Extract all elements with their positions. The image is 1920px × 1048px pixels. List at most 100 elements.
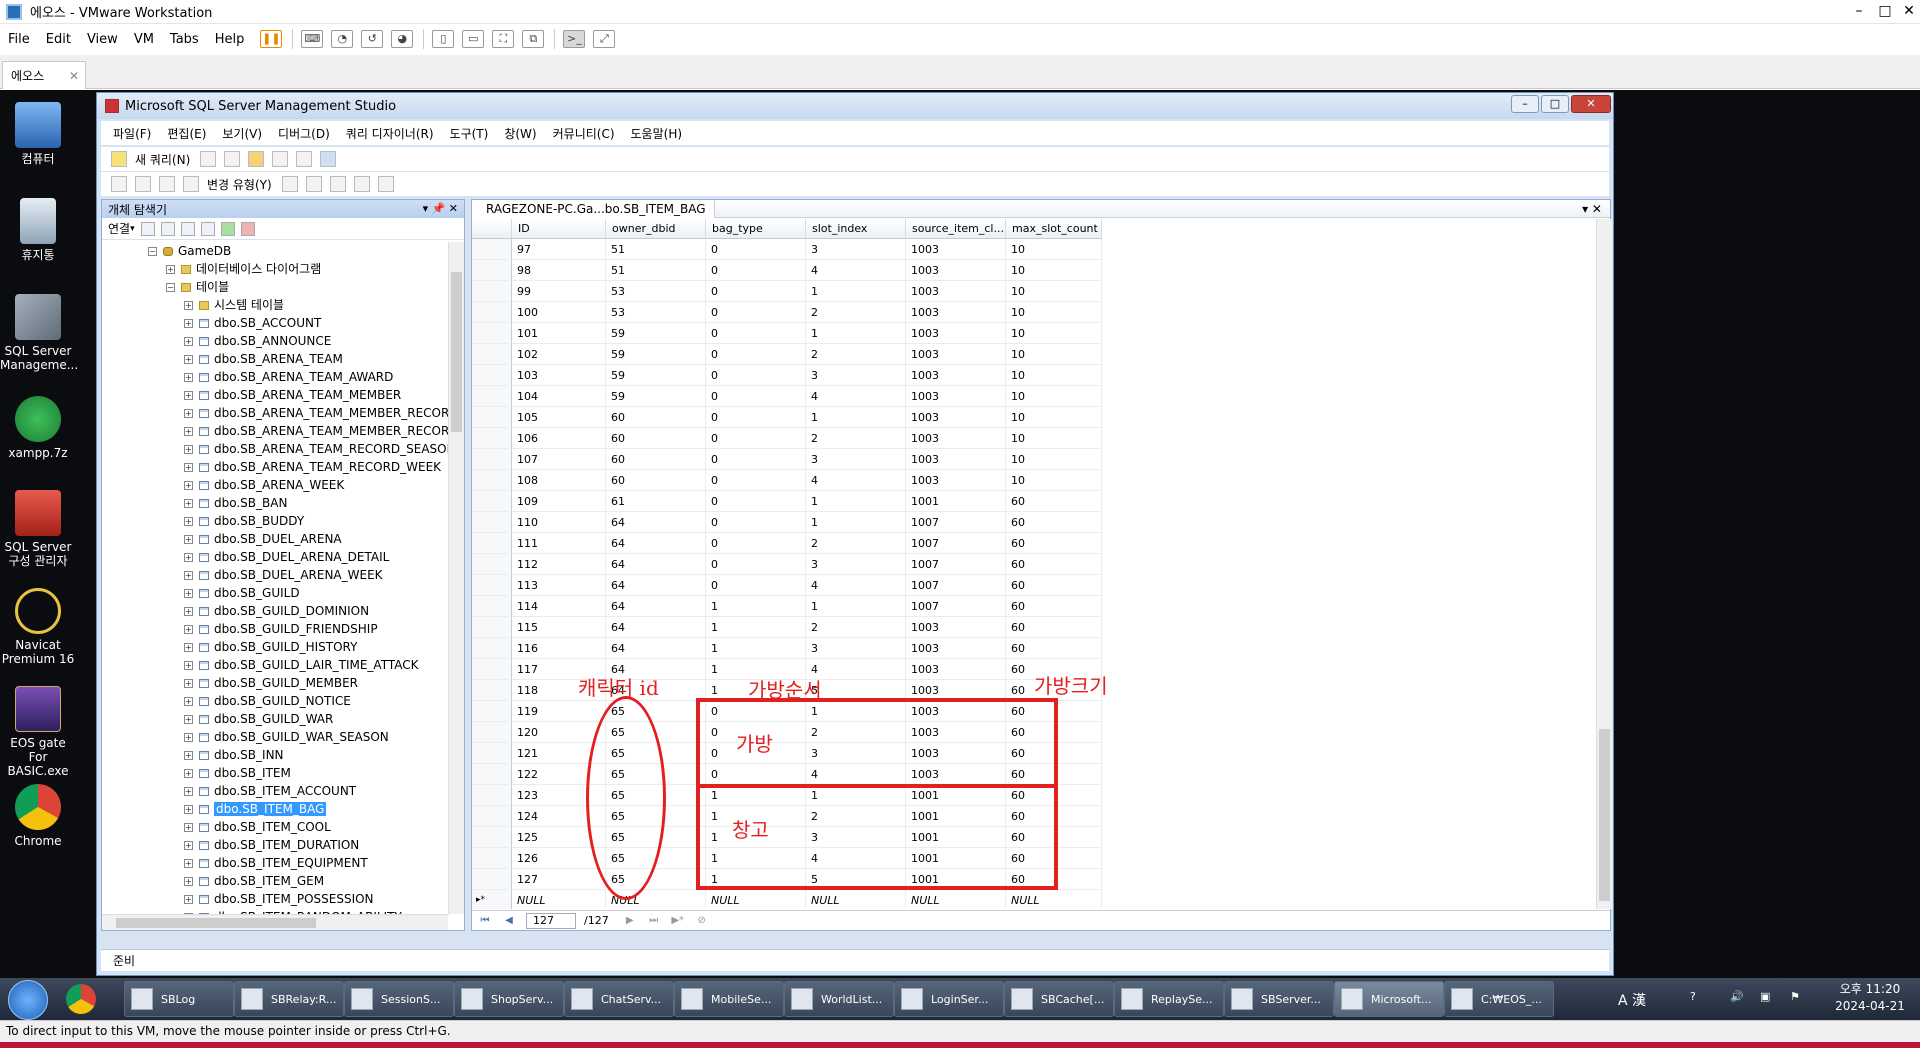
table-cell[interactable]: 64 bbox=[606, 575, 706, 596]
table-cell[interactable]: 106 bbox=[512, 428, 606, 449]
tree-node-table[interactable]: + dbo.SB_ARENA_TEAM_RECORD_WEEK bbox=[184, 458, 441, 476]
expand-icon[interactable]: + bbox=[184, 481, 193, 490]
desktop-icon-navicat[interactable]: Navicat Premium 16 bbox=[0, 588, 76, 666]
desktop-icon-computer[interactable]: 컴퓨터 bbox=[0, 102, 76, 166]
table-cell[interactable]: 60 bbox=[1006, 491, 1102, 512]
table-cell[interactable]: 0 bbox=[706, 386, 806, 407]
row-header[interactable] bbox=[472, 386, 512, 407]
row-header[interactable] bbox=[472, 449, 512, 470]
table-cell[interactable]: 0 bbox=[706, 365, 806, 386]
tree-node-tables[interactable]: − 테이블 bbox=[166, 278, 229, 296]
table-cell[interactable]: 3 bbox=[806, 554, 906, 575]
taskbar-button[interactable]: WorldList... bbox=[784, 981, 894, 1017]
table-cell[interactable]: 1003 bbox=[906, 428, 1006, 449]
table-cell[interactable]: 1 bbox=[706, 638, 806, 659]
taskbar-button[interactable]: Microsoft... bbox=[1334, 981, 1444, 1017]
row-header[interactable] bbox=[472, 407, 512, 428]
table-cell[interactable]: 0 bbox=[706, 323, 806, 344]
table-cell[interactable]: 10 bbox=[1006, 386, 1102, 407]
ssms-menu-edit[interactable]: 편집(E) bbox=[167, 125, 206, 142]
table-cell[interactable]: 64 bbox=[606, 638, 706, 659]
desktop-icon-sql-config[interactable]: SQL Server 구성 관리자 bbox=[0, 490, 76, 568]
expand-icon[interactable]: + bbox=[184, 679, 193, 688]
group-by-icon[interactable] bbox=[329, 176, 346, 192]
expand-icon[interactable]: + bbox=[184, 733, 193, 742]
execute-sql-icon[interactable] bbox=[281, 176, 298, 192]
column-header[interactable]: ID bbox=[512, 219, 606, 239]
tree-node-table[interactable]: + dbo.SB_GUILD_DOMINION bbox=[184, 602, 369, 620]
table-cell[interactable]: 0 bbox=[706, 554, 806, 575]
taskbar-clock[interactable]: 오후 11:20 2024-04-21 bbox=[1830, 981, 1910, 1015]
expand-icon[interactable]: + bbox=[184, 517, 193, 526]
ssms-menu-window[interactable]: 창(W) bbox=[504, 125, 536, 142]
taskbar-button[interactable]: ChatServ... bbox=[564, 981, 674, 1017]
taskbar-button[interactable]: SBRelay:R... bbox=[234, 981, 344, 1017]
taskbar-button[interactable]: MobileSe... bbox=[674, 981, 784, 1017]
table-cell[interactable]: 0 bbox=[706, 575, 806, 596]
show-results-icon[interactable] bbox=[183, 176, 199, 192]
column-header[interactable]: bag_type bbox=[706, 219, 806, 239]
close-icon[interactable]: ✕ bbox=[1896, 0, 1920, 24]
table-cell[interactable]: 10 bbox=[1006, 323, 1102, 344]
table-cell[interactable]: 60 bbox=[1006, 596, 1102, 617]
menu-help[interactable]: Help bbox=[215, 32, 245, 47]
tree-node-table[interactable]: + dbo.SB_ARENA_TEAM bbox=[184, 350, 343, 368]
table-cell[interactable]: 10 bbox=[1006, 365, 1102, 386]
table-cell[interactable]: 0 bbox=[706, 407, 806, 428]
desktop-icon-eos-gate[interactable]: EOS gate For BASIC.exe ... bbox=[0, 686, 76, 792]
table-cell[interactable]: 1007 bbox=[906, 575, 1006, 596]
table-cell[interactable]: 1003 bbox=[906, 659, 1006, 680]
row-header[interactable] bbox=[472, 638, 512, 659]
table-cell[interactable]: 64 bbox=[606, 617, 706, 638]
add-derived-table-icon[interactable] bbox=[377, 176, 394, 192]
row-header[interactable] bbox=[472, 659, 512, 680]
activity-monitor-icon[interactable] bbox=[320, 151, 337, 167]
table-cell[interactable]: 61 bbox=[606, 491, 706, 512]
table-cell[interactable]: 2 bbox=[806, 302, 906, 323]
row-header[interactable] bbox=[472, 575, 512, 596]
null-cell[interactable]: NULL bbox=[706, 890, 806, 909]
table-cell[interactable]: 0 bbox=[706, 281, 806, 302]
expand-icon[interactable]: + bbox=[184, 625, 193, 634]
row-header[interactable] bbox=[472, 491, 512, 512]
revert-snapshot-icon[interactable]: ↺ bbox=[361, 30, 384, 48]
console-view-icon[interactable]: >_ bbox=[563, 30, 586, 48]
activity-icon[interactable] bbox=[240, 221, 255, 236]
table-cell[interactable]: 116 bbox=[512, 638, 606, 659]
table-cell[interactable]: 112 bbox=[512, 554, 606, 575]
new-file-icon[interactable] bbox=[200, 151, 217, 167]
row-header[interactable] bbox=[472, 806, 512, 827]
table-cell[interactable]: 10 bbox=[1006, 239, 1102, 260]
grid-vertical-scrollbar[interactable] bbox=[1596, 219, 1612, 909]
table-cell[interactable]: 4 bbox=[806, 470, 906, 491]
table-cell[interactable]: 1 bbox=[806, 281, 906, 302]
table-cell[interactable]: 1003 bbox=[906, 281, 1006, 302]
row-header[interactable] bbox=[472, 512, 512, 533]
tree-node-table[interactable]: + dbo.SB_ITEM_GEM bbox=[184, 872, 324, 890]
taskbar-button[interactable]: SessionS... bbox=[344, 981, 454, 1017]
table-cell[interactable]: 0 bbox=[706, 512, 806, 533]
filter-icon[interactable] bbox=[200, 221, 215, 236]
table-cell[interactable]: 105 bbox=[512, 407, 606, 428]
expand-icon[interactable]: + bbox=[184, 607, 193, 616]
table-cell[interactable]: 1003 bbox=[906, 239, 1006, 260]
table-cell[interactable]: 1003 bbox=[906, 638, 1006, 659]
panel-controls[interactable]: ▾ 📌 ✕ bbox=[423, 202, 458, 215]
tree-node-table[interactable]: + dbo.SB_ARENA_TEAM_AWARD bbox=[184, 368, 393, 386]
table-cell[interactable]: 98 bbox=[512, 260, 606, 281]
row-header[interactable] bbox=[472, 365, 512, 386]
table-cell[interactable]: 60 bbox=[1006, 575, 1102, 596]
table-cell[interactable]: 0 bbox=[706, 470, 806, 491]
table-cell[interactable]: 0 bbox=[706, 491, 806, 512]
table-cell[interactable]: 59 bbox=[606, 323, 706, 344]
table-cell[interactable]: 64 bbox=[606, 596, 706, 617]
table-cell[interactable]: 53 bbox=[606, 281, 706, 302]
table-cell[interactable]: 99 bbox=[512, 281, 606, 302]
table-cell[interactable]: 10 bbox=[1006, 407, 1102, 428]
table-cell[interactable]: 104 bbox=[512, 386, 606, 407]
table-cell[interactable]: 60 bbox=[606, 407, 706, 428]
table-cell[interactable]: 0 bbox=[706, 302, 806, 323]
table-cell[interactable]: 3 bbox=[806, 638, 906, 659]
tree-node-table[interactable]: + dbo.SB_DUEL_ARENA bbox=[184, 530, 342, 548]
tree-node-table[interactable]: + dbo.SB_GUILD_HISTORY bbox=[184, 638, 357, 656]
